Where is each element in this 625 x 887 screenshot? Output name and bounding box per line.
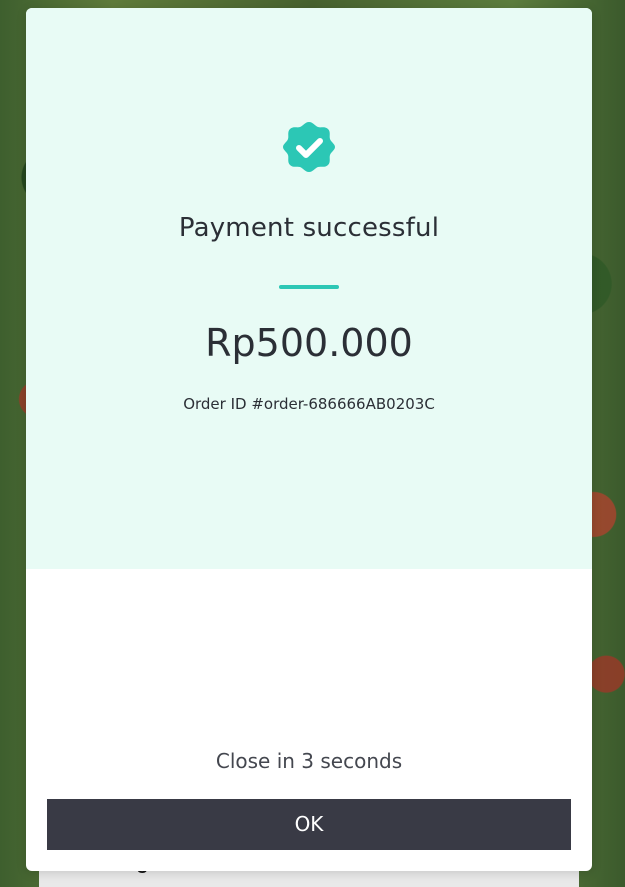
payment-result-modal: Payment successful Rp500.000 Order ID #o… xyxy=(26,8,592,871)
auto-close-countdown: Close in 3 seconds xyxy=(215,749,403,773)
payment-amount: Rp500.000 xyxy=(205,321,413,365)
ok-button[interactable]: OK xyxy=(47,799,571,850)
payment-status-title: Payment successful xyxy=(178,213,440,243)
title-divider xyxy=(279,285,339,289)
verified-check-badge-icon xyxy=(283,122,335,172)
order-id-text: Order ID #order-686666AB0203C xyxy=(183,395,435,413)
payment-success-panel: Payment successful Rp500.000 Order ID #o… xyxy=(26,8,592,569)
